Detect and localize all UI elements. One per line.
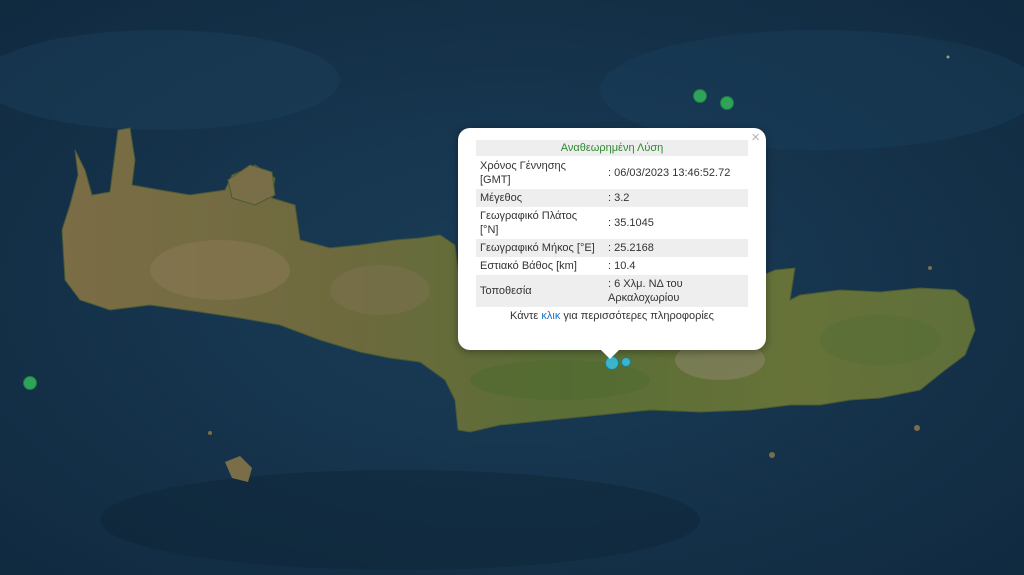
islet bbox=[208, 431, 212, 435]
info-row: Χρόνος Γέννησης [GMT] : 06/03/2023 13:46:… bbox=[476, 157, 748, 189]
earthquake-details-table: Χρόνος Γέννησης [GMT] : 06/03/2023 13:46:… bbox=[476, 157, 748, 307]
islet bbox=[946, 55, 950, 59]
islet bbox=[769, 452, 775, 458]
info-key: Χρόνος Γέννησης [GMT] bbox=[480, 160, 566, 186]
sea-shade bbox=[100, 470, 700, 570]
close-icon[interactable]: × bbox=[751, 130, 760, 146]
more-info-text: Κάντε κλικ για περισσότερες πληροφορίες bbox=[476, 310, 748, 322]
info-value: : 3.2 bbox=[602, 189, 748, 207]
more-info-link[interactable]: κλικ bbox=[541, 310, 560, 322]
more-info-prefix: Κάντε bbox=[510, 310, 542, 322]
islet bbox=[928, 266, 932, 270]
info-row: Γεωγραφικό Μήκος [°E]: 25.2168 bbox=[476, 239, 748, 257]
info-key: Γεωγραφικό Μήκος [°E] bbox=[476, 239, 602, 257]
info-value: : 6 Χλμ. ΝΔ του Αρκαλοχωρίου bbox=[602, 275, 748, 307]
popup-title: Αναθεωρημένη Λύση bbox=[476, 140, 748, 156]
earthquake-marker[interactable] bbox=[621, 357, 631, 367]
info-row: Γεωγραφικό Πλάτος [°N] : 35.1045 bbox=[476, 207, 748, 239]
mountain-range bbox=[150, 240, 290, 300]
info-value: : 25.2168 bbox=[602, 239, 748, 257]
info-value: : 35.1045 bbox=[608, 217, 654, 229]
earthquake-marker[interactable] bbox=[720, 96, 734, 110]
earthquake-marker[interactable] bbox=[693, 89, 707, 103]
map-view[interactable]: × Αναθεωρημένη Λύση Χρόνος Γέννησης [GMT… bbox=[0, 0, 1024, 575]
mountain-range bbox=[330, 265, 430, 315]
info-key: Γεωγραφικό Πλάτος [°N] bbox=[480, 210, 578, 236]
earthquake-info-popup: × Αναθεωρημένη Λύση Χρόνος Γέννησης [GMT… bbox=[458, 128, 766, 359]
info-row: Μέγεθος: 3.2 bbox=[476, 189, 748, 207]
more-info-suffix: για περισσότερες πληροφορίες bbox=[560, 310, 714, 322]
info-key: Εστιακό Βάθος [km] bbox=[480, 260, 577, 272]
islet bbox=[914, 425, 920, 431]
info-key: Τοποθεσία bbox=[476, 275, 602, 307]
plain bbox=[820, 315, 940, 365]
info-row: Εστιακό Βάθος [km] : 10.4 bbox=[476, 257, 748, 275]
earthquake-marker[interactable] bbox=[23, 376, 37, 390]
info-value: : 06/03/2023 13:46:52.72 bbox=[608, 167, 731, 179]
info-row: Τοποθεσία: 6 Χλμ. ΝΔ του Αρκαλοχωρίου bbox=[476, 275, 748, 307]
info-value: : 10.4 bbox=[608, 260, 636, 272]
info-key: Μέγεθος bbox=[476, 189, 602, 207]
